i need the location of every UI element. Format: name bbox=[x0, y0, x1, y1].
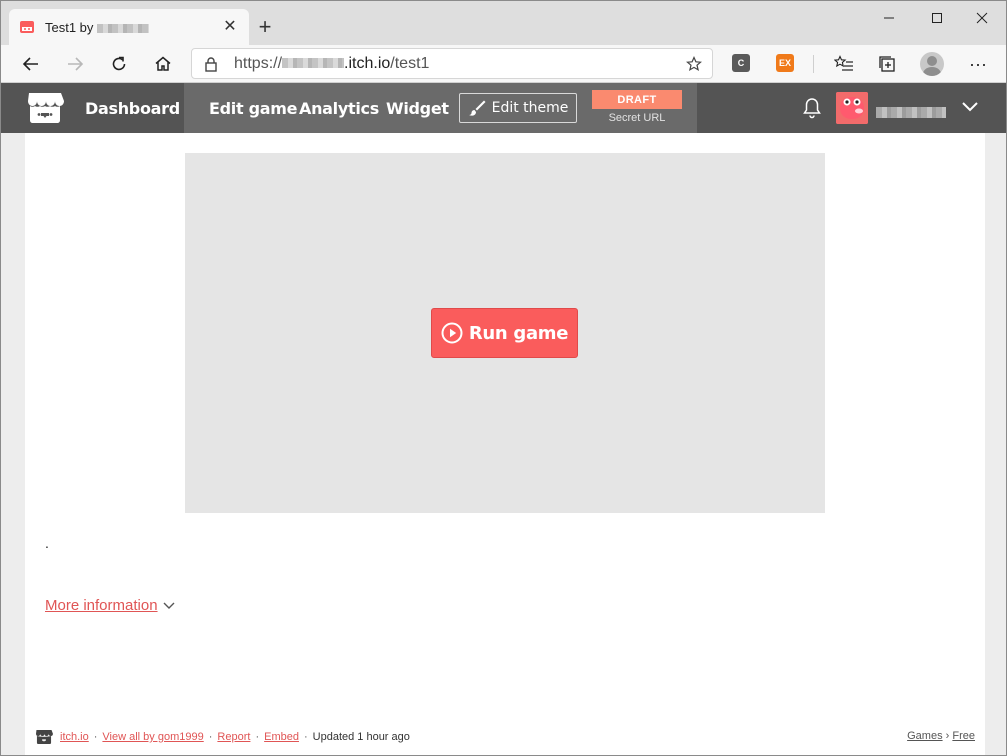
game-page: Run game . More information itch.io · Vi… bbox=[25, 133, 985, 755]
more-options-icon[interactable]: ··· bbox=[964, 50, 992, 78]
browser-tab[interactable]: Test1 by ✕ bbox=[9, 9, 249, 45]
draft-badge: DRAFT bbox=[592, 90, 682, 109]
more-information-toggle[interactable]: More information bbox=[45, 597, 176, 614]
nav-analytics[interactable]: Analytics bbox=[299, 83, 379, 133]
footer-view-all-link[interactable]: View all by gom1999 bbox=[102, 731, 203, 743]
itchio-favicon-icon bbox=[19, 19, 35, 35]
game-embed-frame: Run game bbox=[185, 153, 825, 513]
footer-separator: · bbox=[208, 731, 213, 743]
footer-itchio-link[interactable]: itch.io bbox=[60, 731, 89, 743]
address-bar[interactable]: https:// .itch.io/test1 bbox=[191, 48, 713, 79]
extension-ex-label: EX bbox=[778, 58, 791, 68]
run-game-button[interactable]: Run game bbox=[431, 308, 578, 358]
chevron-down-icon bbox=[163, 602, 175, 609]
close-tab-icon[interactable]: ✕ bbox=[221, 18, 239, 36]
edit-theme-label: Edit theme bbox=[491, 100, 569, 116]
extension-c-label: C bbox=[737, 58, 745, 68]
browser-toolbar: https:// .itch.io/test1 C EX ··· bbox=[1, 45, 1006, 83]
secret-url-link[interactable]: Secret URL bbox=[592, 112, 682, 124]
nav-widget[interactable]: Widget bbox=[386, 83, 449, 133]
more-information-label: More information bbox=[45, 597, 158, 614]
url-domain: .itch.io bbox=[344, 54, 391, 72]
footer-breadcrumb: Games › Free bbox=[907, 730, 975, 742]
username-blur bbox=[876, 107, 946, 119]
redacted-subdomain bbox=[282, 58, 345, 69]
url-text: https:// .itch.io/test1 bbox=[234, 55, 429, 73]
chevron-down-icon[interactable] bbox=[961, 100, 979, 114]
itchio-logo-icon[interactable] bbox=[26, 91, 64, 125]
home-icon bbox=[155, 56, 171, 71]
edit-theme-button[interactable]: Edit theme bbox=[459, 93, 577, 123]
url-scheme: https:// bbox=[234, 54, 283, 72]
footer-report-link[interactable]: Report bbox=[217, 731, 250, 743]
breadcrumb-games-link[interactable]: Games bbox=[907, 730, 942, 742]
collections-button[interactable] bbox=[873, 50, 901, 78]
minimize-button[interactable] bbox=[866, 1, 912, 35]
back-button[interactable] bbox=[17, 50, 45, 78]
bell-icon[interactable] bbox=[802, 97, 822, 119]
forward-arrow-icon bbox=[68, 57, 84, 71]
home-button[interactable] bbox=[149, 50, 177, 78]
maximize-button[interactable] bbox=[914, 1, 960, 35]
run-game-label: Run game bbox=[468, 322, 569, 344]
favorites-button[interactable] bbox=[830, 50, 858, 78]
forward-button[interactable] bbox=[61, 50, 89, 78]
favorite-star-icon[interactable] bbox=[686, 56, 702, 72]
nav-dashboard[interactable]: Dashboard bbox=[85, 83, 180, 133]
close-window-button[interactable] bbox=[959, 1, 1005, 35]
itchio-small-logo-icon[interactable] bbox=[35, 729, 53, 745]
profile-avatar-icon[interactable] bbox=[920, 52, 944, 76]
footer-separator: · bbox=[303, 731, 308, 743]
game-description: . bbox=[45, 535, 49, 551]
tab-title: Test1 by bbox=[45, 20, 221, 35]
favorites-list-icon bbox=[834, 55, 853, 71]
nav-edit-game[interactable]: Edit game bbox=[209, 83, 297, 133]
brush-icon bbox=[468, 100, 486, 116]
toolbar-divider bbox=[813, 55, 814, 73]
avatar-image bbox=[836, 92, 868, 124]
breadcrumb-separator: › bbox=[945, 730, 950, 742]
footer-separator: · bbox=[255, 731, 260, 743]
back-arrow-icon bbox=[22, 57, 38, 71]
browser-window: Test1 by ✕ + https://.itch.io/test1 C EX… bbox=[0, 0, 1007, 756]
footer-embed-link[interactable]: Embed bbox=[264, 731, 299, 743]
extension-c-icon[interactable]: C bbox=[732, 54, 750, 72]
refresh-button[interactable] bbox=[105, 50, 133, 78]
redacted-username[interactable] bbox=[876, 104, 946, 122]
page-footer: itch.io · View all by gom1999 · Report ·… bbox=[35, 727, 975, 747]
extension-ex-icon[interactable]: EX bbox=[776, 54, 794, 72]
url-path: /test1 bbox=[390, 54, 430, 72]
user-avatar[interactable] bbox=[836, 92, 868, 124]
tab-title-text: Test1 by bbox=[45, 19, 94, 35]
footer-updated-text: Updated 1 hour ago bbox=[312, 731, 410, 743]
lock-icon bbox=[205, 56, 217, 72]
play-circle-icon bbox=[441, 322, 463, 344]
refresh-icon bbox=[112, 56, 126, 71]
new-tab-button[interactable]: + bbox=[253, 15, 277, 39]
breadcrumb-free-link[interactable]: Free bbox=[952, 730, 975, 742]
tab-strip: Test1 by ✕ + bbox=[1, 1, 1006, 45]
itch-header: Dashboard Edit game Analytics Widget Edi… bbox=[1, 83, 1006, 133]
collections-icon bbox=[879, 56, 895, 72]
redacted-username bbox=[97, 23, 150, 33]
footer-separator: · bbox=[93, 731, 98, 743]
